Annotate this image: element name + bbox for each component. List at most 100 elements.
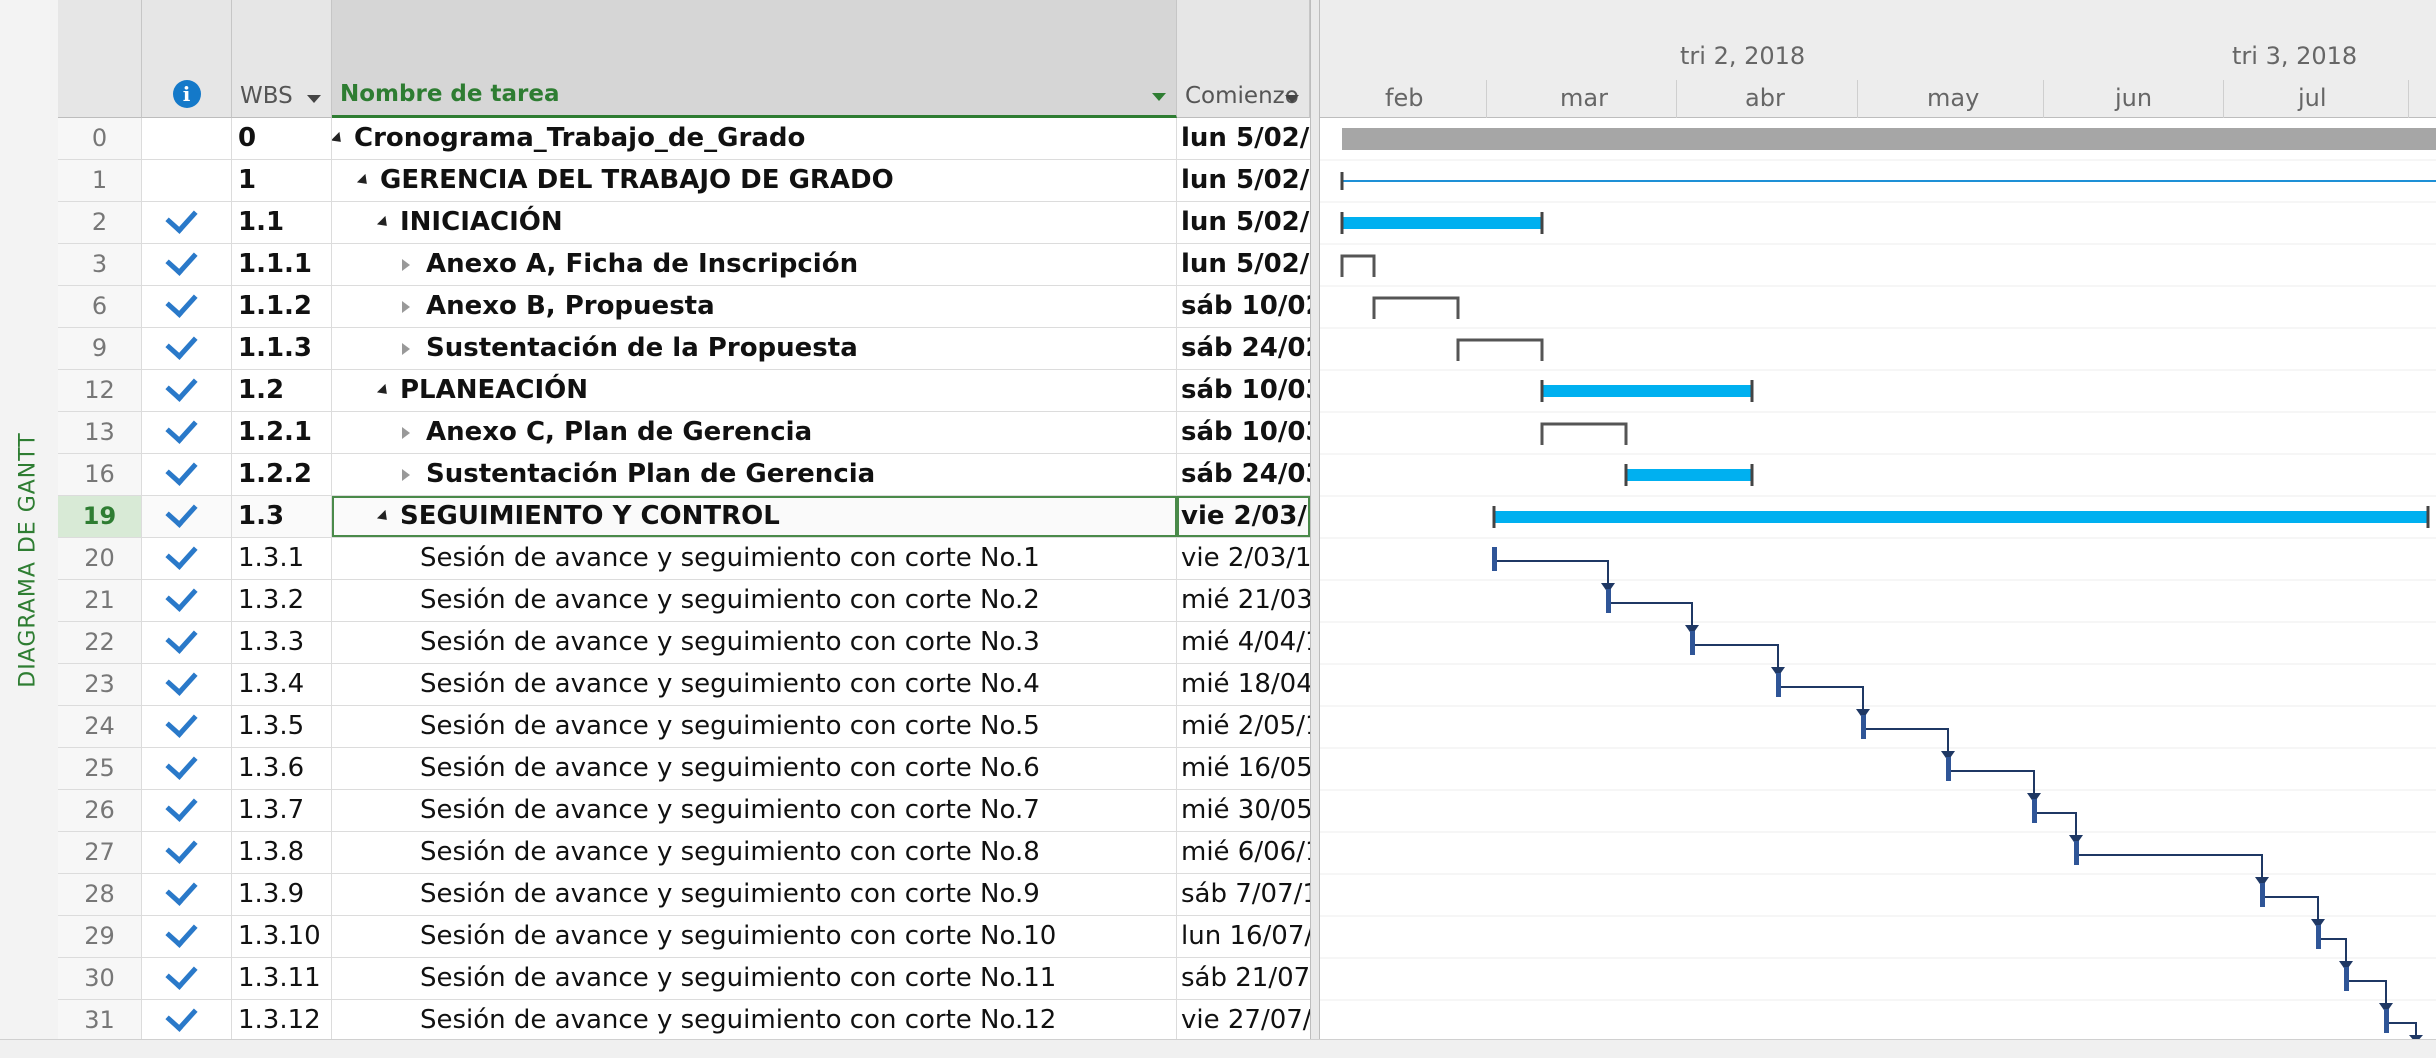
table-row[interactable]: 12 1.2 PLANEACIÓN sáb 10/03/1: [58, 370, 1310, 412]
row-id[interactable]: 1: [58, 160, 142, 201]
wbs-cell[interactable]: 1: [232, 160, 332, 201]
task-name-cell[interactable]: Sesión de avance y seguimiento con corte…: [332, 832, 1177, 873]
table-row[interactable]: 20 1.3.1 Sesión de avance y seguimiento co…: [58, 538, 1310, 580]
table-row[interactable]: 30 1.3.11 Sesión de avance y seguimiento c…: [58, 958, 1310, 1000]
start-date-cell[interactable]: sáb 21/07/18: [1177, 958, 1310, 999]
expand-toggle-icon[interactable]: [402, 258, 410, 271]
row-id[interactable]: 6: [58, 286, 142, 327]
task-name-cell[interactable]: Cronograma_Trabajo_de_Grado: [332, 118, 1177, 159]
task-name-cell[interactable]: SEGUIMIENTO Y CONTROL: [332, 496, 1177, 537]
row-id[interactable]: 31: [58, 1000, 142, 1041]
row-id[interactable]: 24: [58, 706, 142, 747]
start-date-cell[interactable]: mié 6/06/18: [1177, 832, 1310, 873]
collapse-toggle-icon[interactable]: [356, 173, 372, 188]
table-row[interactable]: 28 1.3.9 Sesión de avance y seguimiento co…: [58, 874, 1310, 916]
task-name-cell[interactable]: Anexo B, Propuesta: [332, 286, 1177, 327]
start-date-cell[interactable]: mié 21/03/18: [1177, 580, 1310, 621]
wbs-cell[interactable]: 1.3.10: [232, 916, 332, 957]
collapse-toggle-icon[interactable]: [376, 383, 392, 398]
wbs-cell[interactable]: 1.1.2: [232, 286, 332, 327]
start-date-cell[interactable]: vie 2/03/18: [1177, 496, 1310, 537]
row-id[interactable]: 30: [58, 958, 142, 999]
start-date-cell[interactable]: vie 2/03/18: [1177, 538, 1310, 579]
table-row[interactable]: 24 1.3.5 Sesión de avance y seguimiento co…: [58, 706, 1310, 748]
row-id[interactable]: 9: [58, 328, 142, 369]
table-row[interactable]: 9 1.1.3 Sustentación de la Propuesta sáb 24…: [58, 328, 1310, 370]
start-date-cell[interactable]: sáb 24/03/1: [1177, 454, 1310, 495]
wbs-cell[interactable]: 0: [232, 118, 332, 159]
start-date-cell[interactable]: lun 5/02/18: [1177, 202, 1310, 243]
task-name-cell[interactable]: Sesión de avance y seguimiento con corte…: [332, 622, 1177, 663]
task-name-cell[interactable]: Sesión de avance y seguimiento con corte…: [332, 580, 1177, 621]
wbs-cell[interactable]: 1.3.1: [232, 538, 332, 579]
table-row[interactable]: 6 1.1.2 Anexo B, Propuesta sáb 10/02/1: [58, 286, 1310, 328]
table-row[interactable]: 25 1.3.6 Sesión de avance y seguimiento co…: [58, 748, 1310, 790]
start-date-cell[interactable]: mié 30/05/18: [1177, 790, 1310, 831]
task-name-cell[interactable]: Sesión de avance y seguimiento con corte…: [332, 790, 1177, 831]
task-name-cell[interactable]: INICIACIÓN: [332, 202, 1177, 243]
task-name-cell[interactable]: Sesión de avance y seguimiento con corte…: [332, 958, 1177, 999]
start-date-cell[interactable]: sáb 10/03/1: [1177, 370, 1310, 411]
task-name-cell[interactable]: Anexo C, Plan de Gerencia: [332, 412, 1177, 453]
expand-toggle-icon[interactable]: [402, 342, 410, 355]
task-name-cell[interactable]: Sesión de avance y seguimiento con corte…: [332, 748, 1177, 789]
expand-toggle-icon[interactable]: [402, 468, 410, 481]
wbs-cell[interactable]: 1.3.7: [232, 790, 332, 831]
table-row[interactable]: 2 1.1 INICIACIÓN lun 5/02/18: [58, 202, 1310, 244]
task-name-cell[interactable]: Sesión de avance y seguimiento con corte…: [332, 874, 1177, 915]
collapse-toggle-icon[interactable]: [376, 509, 392, 524]
dropdown-arrow-icon[interactable]: [1152, 93, 1166, 101]
select-all-corner[interactable]: [58, 0, 142, 118]
row-id[interactable]: 29: [58, 916, 142, 957]
table-row[interactable]: 27 1.3.8 Sesión de avance y seguimiento co…: [58, 832, 1310, 874]
wbs-cell[interactable]: 1.3.11: [232, 958, 332, 999]
table-row[interactable]: 3 1.1.1 Anexo A, Ficha de Inscripción lun 5…: [58, 244, 1310, 286]
dropdown-arrow-icon[interactable]: [1285, 95, 1299, 103]
table-row[interactable]: 16 1.2.2 Sustentación Plan de Gerencia sáb …: [58, 454, 1310, 496]
start-date-cell[interactable]: sáb 7/07/18: [1177, 874, 1310, 915]
column-header-wbs[interactable]: WBS: [232, 0, 332, 118]
table-row[interactable]: 0 0 Cronograma_Trabajo_de_Grado lun 5/02/18: [58, 118, 1310, 160]
horizontal-scrollbar[interactable]: [0, 1039, 2436, 1058]
start-date-cell[interactable]: lun 5/02/18: [1177, 244, 1310, 285]
row-id[interactable]: 22: [58, 622, 142, 663]
start-date-cell[interactable]: lun 16/07/18: [1177, 916, 1310, 957]
start-date-cell[interactable]: mié 16/05/18: [1177, 748, 1310, 789]
table-row[interactable]: 31 1.3.12 Sesión de avance y seguimiento c…: [58, 1000, 1310, 1042]
wbs-cell[interactable]: 1.3: [232, 496, 332, 537]
expand-toggle-icon[interactable]: [402, 426, 410, 439]
wbs-cell[interactable]: 1.2.2: [232, 454, 332, 495]
table-row[interactable]: 22 1.3.3 Sesión de avance y seguimiento co…: [58, 622, 1310, 664]
table-row[interactable]: 29 1.3.10 Sesión de avance y seguimiento c…: [58, 916, 1310, 958]
table-row[interactable]: 1 1 GERENCIA DEL TRABAJO DE GRADO lun 5/02/…: [58, 160, 1310, 202]
wbs-cell[interactable]: 1.3.12: [232, 1000, 332, 1041]
view-sidebar[interactable]: DIAGRAMA DE GANTT: [0, 0, 58, 1058]
task-name-cell[interactable]: Sesión de avance y seguimiento con corte…: [332, 706, 1177, 747]
column-header-task-name[interactable]: Nombre de tarea: [332, 0, 1177, 118]
table-row[interactable]: 23 1.3.4 Sesión de avance y seguimiento co…: [58, 664, 1310, 706]
table-row[interactable]: 26 1.3.7 Sesión de avance y seguimiento co…: [58, 790, 1310, 832]
start-date-cell[interactable]: mié 2/05/18: [1177, 706, 1310, 747]
wbs-cell[interactable]: 1.2: [232, 370, 332, 411]
table-row[interactable]: 21 1.3.2 Sesión de avance y seguimiento co…: [58, 580, 1310, 622]
row-id[interactable]: 20: [58, 538, 142, 579]
wbs-cell[interactable]: 1.1.3: [232, 328, 332, 369]
start-date-cell[interactable]: sáb 10/03/1: [1177, 412, 1310, 453]
task-name-cell[interactable]: Sesión de avance y seguimiento con corte…: [332, 916, 1177, 957]
collapse-toggle-icon[interactable]: [332, 131, 346, 146]
row-id[interactable]: 13: [58, 412, 142, 453]
row-id[interactable]: 19: [58, 496, 142, 537]
start-date-cell[interactable]: sáb 10/02/1: [1177, 286, 1310, 327]
row-id[interactable]: 0: [58, 118, 142, 159]
task-name-cell[interactable]: Anexo A, Ficha de Inscripción: [332, 244, 1177, 285]
row-id[interactable]: 26: [58, 790, 142, 831]
row-id[interactable]: 21: [58, 580, 142, 621]
wbs-cell[interactable]: 1.3.9: [232, 874, 332, 915]
row-id[interactable]: 25: [58, 748, 142, 789]
start-date-cell[interactable]: mié 4/04/18: [1177, 622, 1310, 663]
wbs-cell[interactable]: 1.3.5: [232, 706, 332, 747]
wbs-cell[interactable]: 1.3.2: [232, 580, 332, 621]
row-id[interactable]: 27: [58, 832, 142, 873]
row-id[interactable]: 12: [58, 370, 142, 411]
table-row[interactable]: 13 1.2.1 Anexo C, Plan de Gerencia sáb 10/0…: [58, 412, 1310, 454]
